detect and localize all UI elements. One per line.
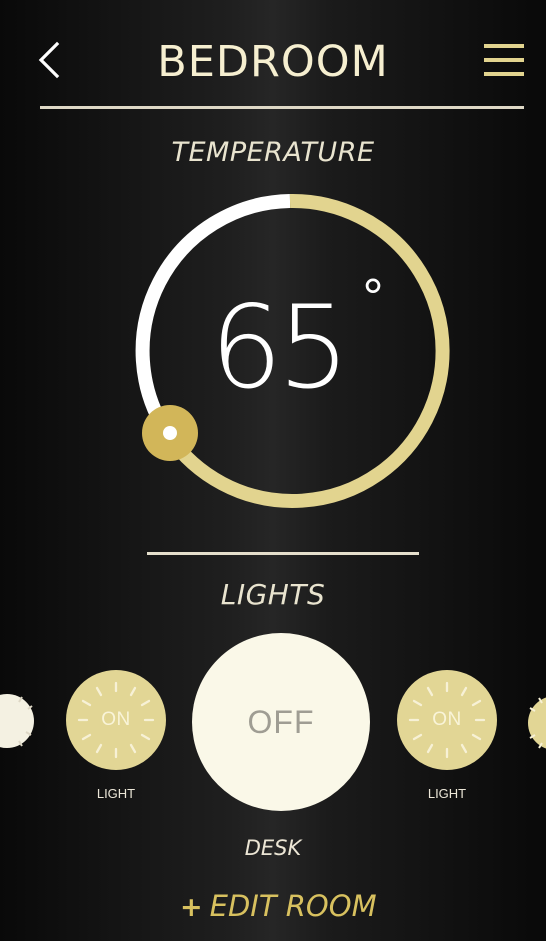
back-button[interactable] <box>30 38 70 82</box>
light-toggle-right[interactable]: ON <box>397 670 497 770</box>
page-title: BEDROOM <box>157 37 389 87</box>
light-toggle-left[interactable]: ON <box>66 670 166 770</box>
desk-light-toggle[interactable]: OFF <box>192 633 370 811</box>
offscreen-light-left[interactable] <box>0 694 34 748</box>
light-caption-right: LIGHT <box>427 786 467 801</box>
bedroom-control-screen: BEDROOM TEMPERATURE 65 ° LIGHTS ON OFF O… <box>0 0 546 941</box>
edit-room-button[interactable]: + EDIT ROOM <box>180 885 377 927</box>
lights-label: LIGHTS <box>220 578 326 611</box>
chevron-left-icon <box>38 41 60 79</box>
temperature-slider-handle[interactable] <box>142 405 198 461</box>
temperature-unit: ° <box>362 269 384 327</box>
offscreen-light-left-sun-ticks-icon <box>18 696 33 747</box>
edit-room-label: EDIT ROOM <box>209 889 377 923</box>
plus-icon: + <box>180 892 203 923</box>
desk-light-state: OFF <box>247 703 315 740</box>
offscreen-light-right-sun-ticks-icon <box>529 697 543 749</box>
menu-button[interactable] <box>482 40 526 80</box>
light-caption-left: LIGHT <box>96 786 136 801</box>
header-divider <box>40 106 524 109</box>
temperature-label: TEMPERATURE <box>171 137 375 168</box>
hamburger-menu-icon <box>484 44 524 76</box>
desk-light-label: DESK <box>244 836 302 860</box>
light-state-right: ON <box>432 709 462 730</box>
light-state-left: ON <box>101 709 131 730</box>
offscreen-light-right[interactable] <box>528 696 546 750</box>
temperature-value: 65 <box>210 281 350 414</box>
section-divider <box>147 552 419 555</box>
